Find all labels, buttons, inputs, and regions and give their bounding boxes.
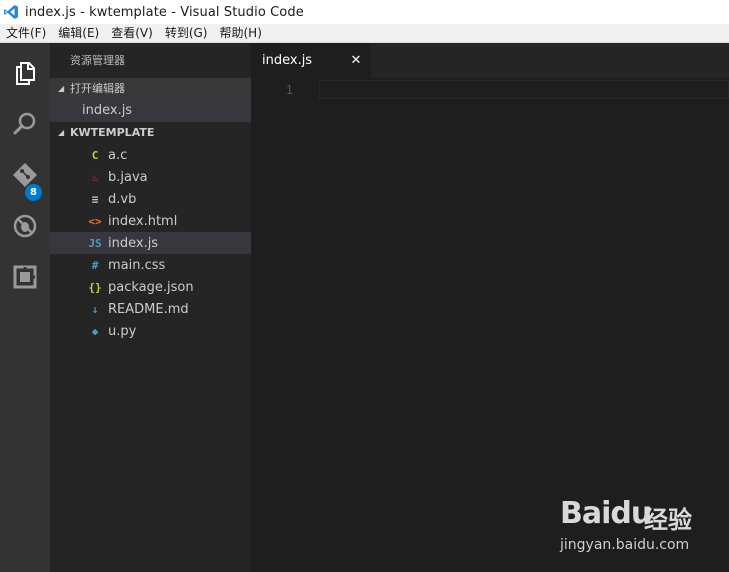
title-bar: index.js - kwtemplate - Visual Studio Co… — [0, 0, 729, 24]
window-title: index.js - kwtemplate - Visual Studio Co… — [25, 4, 304, 20]
collapse-triangle-icon: ◢ — [58, 128, 65, 137]
file-name: a.c — [108, 147, 128, 163]
text-file-icon: ≡ — [91, 192, 99, 206]
file-item[interactable]: ◆ u.py — [50, 320, 251, 342]
file-name: b.java — [108, 169, 148, 185]
file-item[interactable]: Ca.c — [50, 144, 251, 166]
file-name: index.html — [108, 213, 178, 229]
watermark-cn: 经验 — [644, 506, 692, 534]
menu-help[interactable]: 帮助(H) — [213, 24, 267, 43]
file-item[interactable]: # main.css — [50, 254, 251, 276]
markdown-file-icon: ↓ — [91, 302, 99, 316]
file-item[interactable]: ≡ d.vb — [50, 188, 251, 210]
file-item[interactable]: ↓ README.md — [50, 298, 251, 320]
folder-label: KWTEMPLATE — [70, 126, 155, 139]
tab-label: index.js — [262, 53, 313, 68]
search-button[interactable] — [0, 99, 50, 149]
css-file-icon: # — [91, 258, 99, 272]
tab-bar: index.js ✕ — [251, 43, 729, 78]
file-item[interactable]: ♨ b.java — [50, 166, 251, 188]
scm-badge: 8 — [25, 184, 42, 201]
file-item[interactable]: JS index.js — [50, 232, 251, 254]
file-name: package.json — [108, 279, 194, 295]
file-item[interactable]: {} package.json — [50, 276, 251, 298]
menu-edit[interactable]: 编辑(E) — [52, 24, 105, 43]
file-name: u.py — [108, 323, 137, 339]
explorer-title: 资源管理器 — [70, 54, 125, 67]
menu-bar: 文件(F) 编辑(E) 查看(V) 转到(G) 帮助(H) — [0, 24, 729, 43]
line-number: 1 — [285, 83, 293, 97]
source-control-button[interactable]: 8 — [0, 150, 50, 201]
files-icon — [16, 62, 35, 85]
extensions-button[interactable] — [0, 252, 50, 302]
open-editors-label: 打开编辑器 — [70, 82, 125, 95]
folder-header[interactable]: ◢ KWTEMPLATE — [50, 122, 251, 144]
menu-file[interactable]: 文件(F) — [0, 24, 52, 43]
file-name: README.md — [108, 301, 189, 317]
file-tree: Ca.c ♨ b.java ≡ d.vb <> index.html JS index.js # m… — [50, 144, 251, 342]
json-file-icon: {} — [88, 280, 102, 294]
file-name: d.vb — [108, 191, 137, 207]
search-icon — [13, 112, 36, 135]
vscode-logo-icon — [4, 5, 18, 19]
explorer-sidebar: 资源管理器 ◢ 打开编辑器 index.js ◢ KWTEMPLATE Ca.c… — [50, 43, 251, 572]
close-icon[interactable]: ✕ — [348, 52, 364, 68]
file-name: index.js — [108, 235, 159, 251]
watermark-brand: Baidu — [560, 496, 652, 531]
java-file-icon: ♨ — [91, 170, 99, 184]
c-file-icon: C — [91, 148, 99, 162]
open-editor-item[interactable]: index.js — [50, 100, 251, 122]
activity-bar: 8 — [0, 43, 50, 572]
watermark-url: jingyan.baidu.com — [560, 537, 690, 553]
file-name: main.css — [108, 257, 166, 273]
baidu-watermark: Baidu 经验 jingyan.baidu.com — [560, 490, 720, 560]
html-file-icon: <> — [88, 214, 102, 228]
python-file-icon: ◆ — [91, 324, 99, 338]
file-item[interactable]: <> index.html — [50, 210, 251, 232]
debug-button[interactable] — [0, 201, 50, 251]
js-file-icon: JS — [88, 236, 102, 250]
debug-icon — [13, 214, 37, 238]
menu-view[interactable]: 查看(V) — [105, 24, 159, 43]
open-editors-header[interactable]: ◢ 打开编辑器 — [50, 78, 251, 100]
menu-goto[interactable]: 转到(G) — [159, 24, 214, 43]
collapse-triangle-icon: ◢ — [58, 84, 65, 93]
tab-index-js[interactable]: index.js ✕ — [251, 43, 371, 78]
extensions-icon — [13, 265, 37, 289]
explorer-button[interactable] — [0, 48, 50, 98]
current-line-highlight — [319, 80, 729, 99]
